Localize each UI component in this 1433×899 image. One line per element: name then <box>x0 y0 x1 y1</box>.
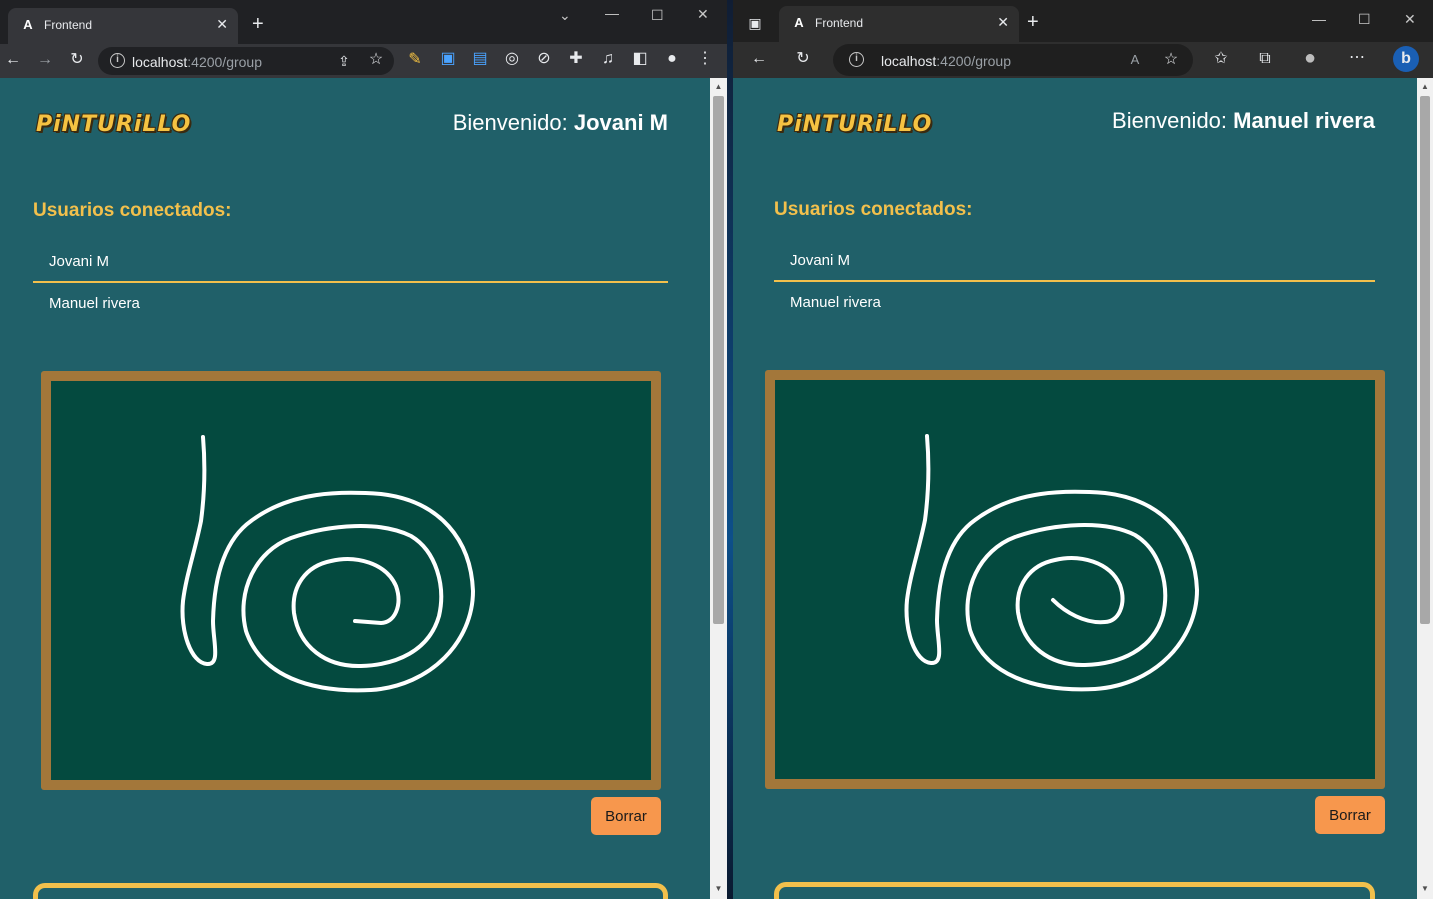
back-icon[interactable]: ← <box>3 51 23 69</box>
user-item: Manuel rivera <box>49 295 140 312</box>
users-title: Usuarios conectados: <box>774 199 973 220</box>
chrome-tab-bar: A Frontend ✕ + ⌄ — ☐ ✕ <box>0 0 727 44</box>
tab-title: Frontend <box>44 18 93 32</box>
chrome-tab-frontend[interactable]: A Frontend ✕ <box>8 8 238 44</box>
user-item: Jovani M <box>49 253 110 270</box>
address-bar[interactable]: i localhost:4200/group A ☆ <box>833 44 1193 76</box>
angular-icon: A <box>23 17 33 32</box>
close-window-icon[interactable]: ✕ <box>1404 12 1416 26</box>
tab-search-icon[interactable]: ⌄ <box>559 8 571 22</box>
clear-button[interactable]: Borrar <box>1315 796 1385 834</box>
extension-blue-icon[interactable]: ▣ <box>438 50 458 68</box>
drawing-canvas[interactable] <box>51 381 651 780</box>
drawing-stroke <box>904 434 1199 692</box>
chat-card <box>33 883 668 899</box>
edge-toolbar: ← ↻ i localhost:4200/group A ☆ ✩ ⧉ ● ⋯ b <box>733 42 1433 78</box>
scroll-up-icon[interactable]: ▲ <box>1417 82 1433 91</box>
chrome-window: A Frontend ✕ + ⌄ — ☐ ✕ ← → ↻ i localhost… <box>0 0 727 899</box>
url-text: localhost:4200/group <box>132 54 262 70</box>
scrollbar[interactable]: ▲ ▼ <box>710 78 727 899</box>
favorites-icon[interactable]: ✩ <box>1211 50 1231 68</box>
close-window-icon[interactable]: ✕ <box>697 7 709 21</box>
clear-button[interactable]: Borrar <box>591 797 661 835</box>
star-icon[interactable]: ☆ <box>366 51 386 69</box>
more-icon[interactable]: ⋯ <box>1347 49 1367 67</box>
address-bar[interactable]: i localhost:4200/group ⇪ ☆ <box>98 47 394 75</box>
profile-icon[interactable]: ● <box>1300 48 1320 68</box>
forward-icon[interactable]: → <box>35 51 55 69</box>
pencil-extension-icon[interactable]: ✎ <box>405 51 425 69</box>
user-divider <box>33 281 668 283</box>
new-tab-icon[interactable]: + <box>252 14 264 34</box>
extension-target-icon[interactable]: ◎ <box>502 50 522 68</box>
extension-camera-icon[interactable]: ▤ <box>470 50 490 68</box>
back-icon[interactable]: ← <box>749 50 769 68</box>
edge-tab-frontend[interactable]: A Frontend ✕ <box>779 6 1019 42</box>
read-aloud-icon[interactable]: A <box>1125 51 1145 69</box>
scrollbar-thumb[interactable] <box>713 96 724 624</box>
puzzle-icon[interactable]: ✚ <box>566 50 586 68</box>
scroll-down-icon[interactable]: ▼ <box>1417 884 1433 893</box>
drawing-board <box>41 371 661 790</box>
drawing-stroke <box>180 435 475 693</box>
chrome-toolbar: ← → ↻ i localhost:4200/group ⇪ ☆ ✎ ▣ ▤ ◎… <box>0 44 727 78</box>
minimize-icon[interactable]: — <box>1312 12 1326 26</box>
extension-compass-icon[interactable]: ⊘ <box>534 50 554 68</box>
add-favorite-icon[interactable]: ☆ <box>1161 51 1181 69</box>
bing-icon[interactable]: b <box>1393 46 1419 72</box>
scroll-up-icon[interactable]: ▲ <box>710 82 727 91</box>
users-title: Usuarios conectados: <box>33 200 232 221</box>
collections-icon[interactable]: ⧉ <box>1255 50 1275 68</box>
close-tab-icon[interactable]: ✕ <box>997 14 1009 30</box>
sidepanel-icon[interactable]: ◧ <box>630 50 650 68</box>
reload-icon[interactable]: ↻ <box>67 51 87 69</box>
welcome-text: Bienvenido: Jovani M <box>452 110 668 135</box>
scrollbar[interactable]: ▲ ▼ <box>1417 78 1433 899</box>
tab-actions-icon[interactable]: ▣ <box>745 14 765 32</box>
edge-window: ▣ A Frontend ✕ + — ☐ ✕ ← ↻ i localhost:4… <box>733 0 1433 899</box>
pinturillo-logo: PiNTURiLLO <box>777 112 933 137</box>
new-tab-icon[interactable]: + <box>1027 12 1039 32</box>
user-divider <box>774 280 1375 282</box>
scroll-down-icon[interactable]: ▼ <box>710 884 727 893</box>
user-item: Jovani M <box>790 252 851 269</box>
scrollbar-thumb[interactable] <box>1420 96 1430 624</box>
close-tab-icon[interactable]: ✕ <box>216 16 228 32</box>
maximize-icon[interactable]: ☐ <box>1358 12 1371 26</box>
welcome-text: Bienvenido: Manuel rivera <box>1112 108 1375 133</box>
edge-tab-bar: ▣ A Frontend ✕ + — ☐ ✕ <box>733 0 1433 42</box>
chat-card <box>774 882 1375 899</box>
url-text: localhost:4200/group <box>881 53 1011 69</box>
app-page: PiNTURiLLO Bienvenido: Jovani M Usuarios… <box>0 78 710 899</box>
maximize-icon[interactable]: ☐ <box>651 8 664 22</box>
info-icon[interactable]: i <box>849 52 864 67</box>
app-page: PiNTURiLLO Bienvenido: Manuel rivera Usu… <box>733 78 1417 899</box>
drawing-board <box>765 370 1385 789</box>
share-icon[interactable]: ⇪ <box>334 52 354 70</box>
info-icon[interactable]: i <box>110 53 125 68</box>
menu-icon[interactable]: ⋮ <box>695 50 715 68</box>
pinturillo-logo: PiNTURiLLO <box>36 112 192 137</box>
drawing-canvas[interactable] <box>775 380 1375 779</box>
user-item: Manuel rivera <box>790 294 881 311</box>
media-icon[interactable]: ♫ <box>598 50 618 68</box>
angular-icon: A <box>794 15 804 30</box>
minimize-icon[interactable]: — <box>605 6 619 20</box>
tab-title: Frontend <box>815 16 864 30</box>
profile-avatar[interactable]: ● <box>662 50 682 68</box>
reload-icon[interactable]: ↻ <box>793 50 813 68</box>
